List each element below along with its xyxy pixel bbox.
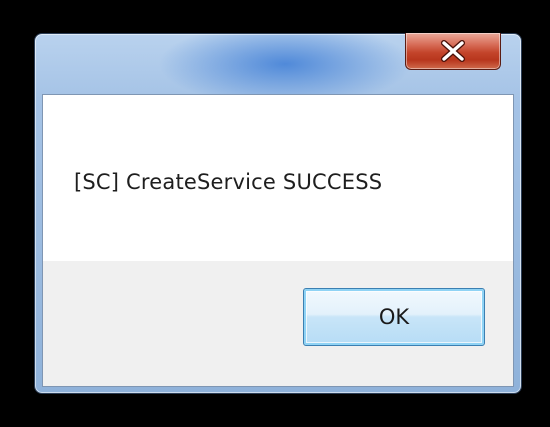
button-area: OK (43, 261, 513, 386)
close-button[interactable] (405, 33, 501, 70)
dialog-client-area: [SC] CreateService SUCCESS OK (42, 94, 514, 387)
message-area: [SC] CreateService SUCCESS (43, 95, 513, 261)
close-icon (441, 40, 465, 62)
desktop-background: [SC] CreateService SUCCESS OK (0, 0, 550, 427)
ok-button[interactable]: OK (303, 288, 485, 346)
message-dialog: [SC] CreateService SUCCESS OK (34, 33, 522, 394)
message-text: [SC] CreateService SUCCESS (74, 170, 383, 194)
title-bar[interactable] (35, 33, 521, 94)
